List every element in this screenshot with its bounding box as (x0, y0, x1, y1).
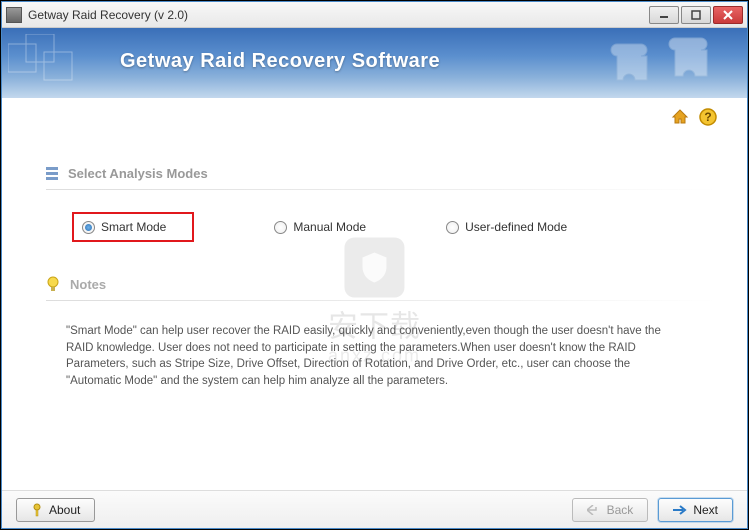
radio-indicator (446, 221, 459, 234)
divider (46, 300, 717, 301)
app-icon (6, 7, 22, 23)
button-label: Next (693, 503, 718, 517)
radio-label: User-defined Mode (465, 220, 567, 234)
next-button[interactable]: Next (658, 498, 733, 522)
lightbulb-icon (46, 276, 60, 292)
titlebar[interactable]: Getway Raid Recovery (v 2.0) (2, 2, 747, 28)
notes-label: Notes (70, 277, 106, 292)
help-icon[interactable]: ? (699, 108, 717, 126)
notes-heading: Notes (46, 276, 717, 292)
divider (46, 189, 717, 190)
radio-indicator (274, 221, 287, 234)
footer: About Back Next (2, 490, 747, 528)
mode-radio-group: Smart Mode Manual Mode User-defined Mode (72, 212, 717, 242)
analysis-modes-label: Select Analysis Modes (68, 166, 208, 181)
about-button[interactable]: About (16, 498, 95, 522)
notes-body: "Smart Mode" can help user recover the R… (66, 323, 683, 390)
svg-text:?: ? (704, 110, 711, 124)
window-title: Getway Raid Recovery (v 2.0) (28, 8, 649, 22)
list-icon (46, 167, 58, 181)
radio-label: Manual Mode (293, 220, 366, 234)
window-controls (649, 6, 743, 24)
radio-label: Smart Mode (101, 220, 166, 234)
radio-user-defined-mode[interactable]: User-defined Mode (446, 220, 567, 234)
radio-indicator (82, 221, 95, 234)
radio-manual-mode[interactable]: Manual Mode (274, 220, 366, 234)
app-window: Getway Raid Recovery (v 2.0) Getway Raid… (1, 1, 748, 529)
header-decoration-left (8, 34, 108, 92)
button-label: Back (607, 503, 634, 517)
main-content: ? Select Analysis Modes Smart Mode Manua… (2, 98, 747, 490)
header-title: Getway Raid Recovery Software (120, 50, 440, 73)
close-button[interactable] (713, 6, 743, 24)
maximize-button[interactable] (681, 6, 711, 24)
arrow-left-icon (587, 505, 601, 515)
header-banner: Getway Raid Recovery Software (2, 28, 747, 98)
radio-smart-mode[interactable]: Smart Mode (72, 212, 194, 242)
minimize-button[interactable] (649, 6, 679, 24)
key-icon (31, 503, 43, 517)
analysis-modes-heading: Select Analysis Modes (46, 166, 717, 181)
arrow-right-icon (673, 505, 687, 515)
button-label: About (49, 503, 80, 517)
home-icon[interactable] (671, 108, 689, 126)
puzzle-decoration-icon (597, 32, 737, 96)
back-button: Back (572, 498, 649, 522)
